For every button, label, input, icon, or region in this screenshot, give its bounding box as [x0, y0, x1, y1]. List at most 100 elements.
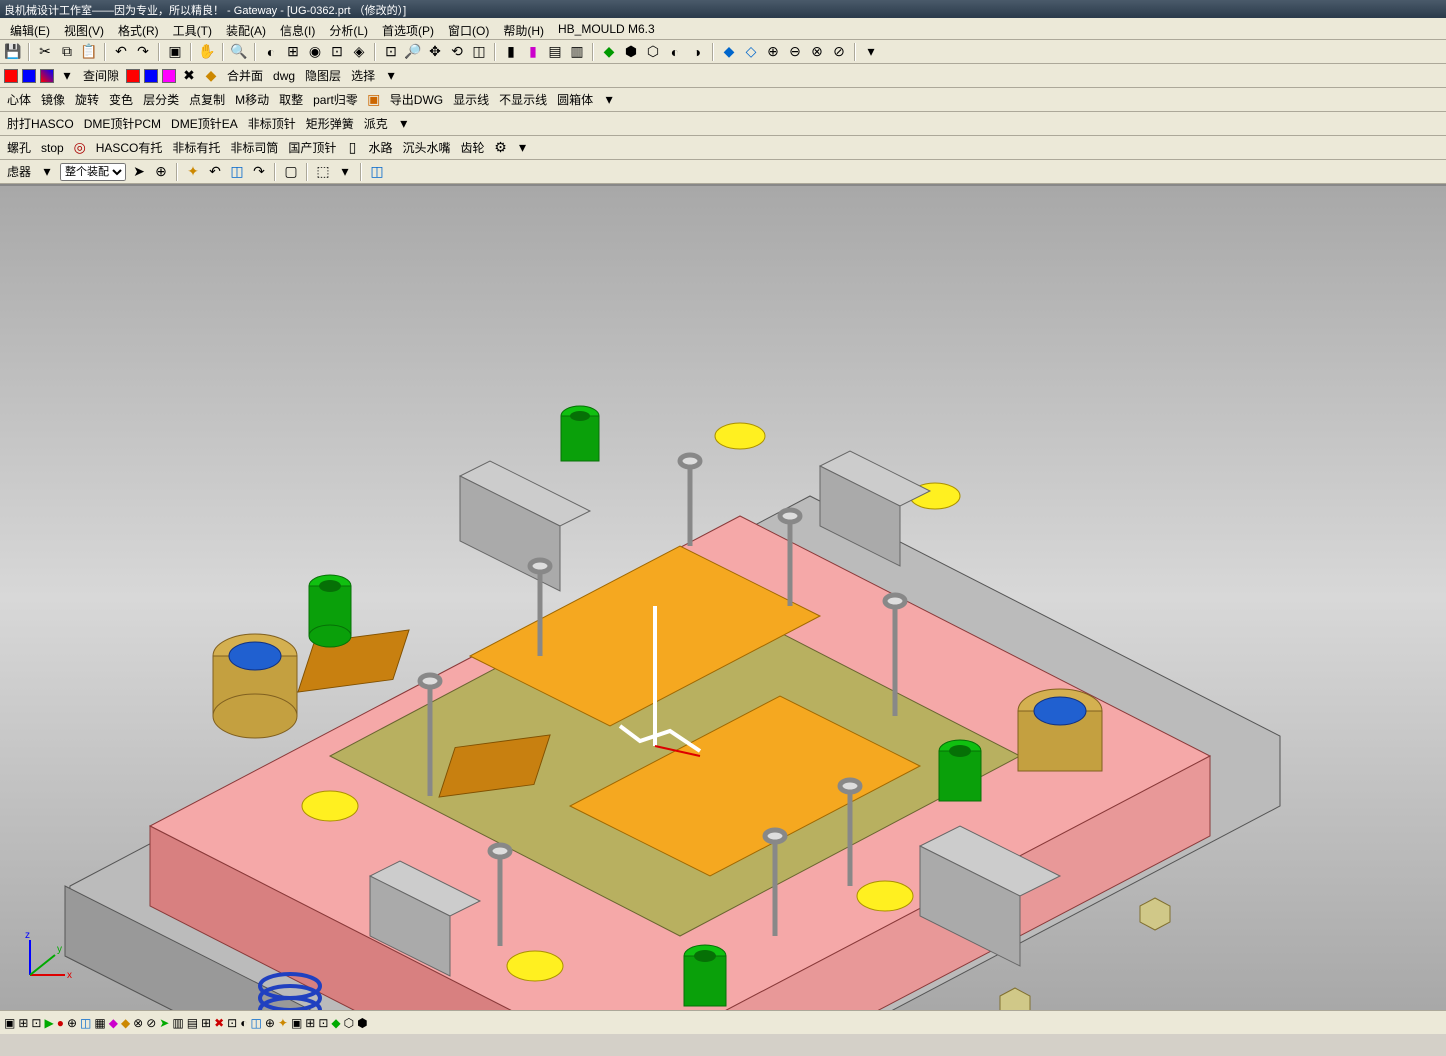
bt-icon-6[interactable]: ◆: [109, 1016, 118, 1030]
bt-icon-15[interactable]: ◐: [240, 1016, 247, 1030]
dropdown5-icon[interactable]: ▾: [336, 163, 354, 181]
pan-icon[interactable]: ✥: [426, 43, 444, 61]
dme-pin-ea-button[interactable]: DME顶针EA: [168, 115, 241, 132]
bt-icon-23[interactable]: ⬡: [344, 1016, 354, 1030]
rect-spring-button[interactable]: 矩形弹簧: [303, 115, 357, 132]
dwg-button[interactable]: dwg: [270, 69, 298, 83]
cube-icon[interactable]: ◫: [228, 163, 246, 181]
blue-icon[interactable]: ◆: [720, 43, 738, 61]
mirror-button[interactable]: 镜像: [38, 91, 68, 108]
assembly-select[interactable]: 整个装配: [60, 163, 126, 181]
bt-icon-10[interactable]: ▥: [172, 1016, 183, 1030]
point-copy-button[interactable]: 点复制: [186, 91, 228, 108]
swatch-red2[interactable]: [126, 69, 140, 83]
select-rect-icon[interactable]: ⬚: [314, 163, 332, 181]
nonstd-sleeve-button[interactable]: 非标司筒: [227, 139, 281, 156]
undo2-icon[interactable]: ↶: [206, 163, 224, 181]
bt-icon-13[interactable]: ✖: [214, 1016, 224, 1030]
bt-icon-14[interactable]: ⊡: [227, 1016, 237, 1030]
cut-icon[interactable]: ✂: [36, 43, 54, 61]
dropdown2-icon[interactable]: ▾: [600, 91, 618, 109]
show-line-button[interactable]: 显示线: [450, 91, 492, 108]
solid-button[interactable]: 心体: [4, 91, 34, 108]
bt-icon-19[interactable]: ▣: [291, 1016, 302, 1030]
dropdown3-icon[interactable]: ▾: [395, 115, 413, 133]
filter-icon[interactable]: ▾: [38, 163, 56, 181]
magenta-icon[interactable]: ▮: [524, 43, 542, 61]
save-icon[interactable]: 💾: [4, 43, 22, 61]
nonstd-pin-button[interactable]: 非标顶针: [245, 115, 299, 132]
bt-icon-4[interactable]: ⊕: [67, 1016, 77, 1030]
bt-icon-24[interactable]: ⬢: [357, 1016, 367, 1030]
swatch-magenta[interactable]: [162, 69, 176, 83]
add-icon[interactable]: ⊕: [152, 163, 170, 181]
bt-icon-7[interactable]: ◆: [121, 1016, 130, 1030]
dropdown4-icon[interactable]: ▾: [513, 139, 531, 157]
undo-icon[interactable]: ↶: [112, 43, 130, 61]
gear-button[interactable]: 齿轮: [457, 139, 487, 156]
feat1-icon[interactable]: ⬢: [622, 43, 640, 61]
green-feat-icon[interactable]: ◆: [600, 43, 618, 61]
touch-icon[interactable]: ✋: [198, 43, 216, 61]
menu-window[interactable]: 窗口(O): [442, 20, 495, 37]
bt-icon-5[interactable]: ▦: [94, 1016, 105, 1030]
paste-icon[interactable]: 📋: [80, 43, 98, 61]
swatch-blue[interactable]: [22, 69, 36, 83]
star-icon[interactable]: ✦: [184, 163, 202, 181]
tool2-icon[interactable]: ⊖: [786, 43, 804, 61]
layer-class-button[interactable]: 层分类: [140, 91, 182, 108]
perspective-icon[interactable]: ◫: [470, 43, 488, 61]
screw-button[interactable]: 螺孔: [4, 139, 34, 156]
menu-preferences[interactable]: 首选项(P): [376, 20, 440, 37]
binoculars-icon[interactable]: 🔍: [230, 43, 248, 61]
bt-icon-8[interactable]: ⊗: [133, 1016, 143, 1030]
feat2-icon[interactable]: ⬡: [644, 43, 662, 61]
color-tool-icon[interactable]: ▾: [58, 67, 76, 85]
hasco-button[interactable]: 肘打HASCO: [4, 115, 77, 132]
bt-icon-11[interactable]: ▤: [187, 1016, 198, 1030]
wireframe-icon[interactable]: ⊞: [284, 43, 302, 61]
merge-face-button[interactable]: 合并面: [224, 67, 266, 84]
command-icon[interactable]: ▣: [166, 43, 184, 61]
menu-tools[interactable]: 工具(T): [167, 20, 218, 37]
more-icon[interactable]: ▾: [862, 43, 880, 61]
menu-analysis[interactable]: 分析(L): [323, 20, 374, 37]
select-button[interactable]: 选择: [348, 67, 378, 84]
menu-assembly[interactable]: 装配(A): [220, 20, 272, 37]
bt-icon-1[interactable]: ▣: [4, 1016, 15, 1030]
rotate-icon[interactable]: ⟲: [448, 43, 466, 61]
layer-icon[interactable]: ▤: [546, 43, 564, 61]
tool5-icon[interactable]: ▢: [282, 163, 300, 181]
black-icon[interactable]: ▮: [502, 43, 520, 61]
sink-nozzle-button[interactable]: 沉头水嘴: [399, 139, 453, 156]
stop-button[interactable]: stop: [38, 141, 67, 155]
cancel-icon[interactable]: ✖: [180, 67, 198, 85]
trim-button[interactable]: 取整: [276, 91, 306, 108]
box-body-button[interactable]: 圆箱体: [554, 91, 596, 108]
parker-button[interactable]: 派克: [361, 115, 391, 132]
nav-icon[interactable]: ➤: [130, 163, 148, 181]
bt-icon-16[interactable]: ◫: [250, 1016, 261, 1030]
rotate-button[interactable]: 旋转: [72, 91, 102, 108]
layer2-icon[interactable]: ▥: [568, 43, 586, 61]
dme-pin-button[interactable]: DME顶针PCM: [81, 115, 164, 132]
hasco-support-button[interactable]: HASCO有托: [93, 139, 166, 156]
m-move-button[interactable]: M移动: [232, 91, 272, 108]
menu-hb-mould[interactable]: HB_MOULD M6.3: [552, 20, 661, 37]
shaded-icon[interactable]: ◉: [306, 43, 324, 61]
bt-icon-18[interactable]: ✦: [278, 1016, 288, 1030]
bt-play-icon[interactable]: ▶: [44, 1016, 53, 1030]
fit-icon[interactable]: ⊡: [382, 43, 400, 61]
hide-layer-button[interactable]: 隐图层: [302, 67, 344, 84]
bt-cube-icon[interactable]: ◫: [80, 1016, 91, 1030]
redo2-icon[interactable]: ↷: [250, 163, 268, 181]
menu-help[interactable]: 帮助(H): [497, 20, 550, 37]
viewport-3d[interactable]: z x y: [0, 184, 1446, 1010]
tool3-icon[interactable]: ⊗: [808, 43, 826, 61]
blue2-icon[interactable]: ◇: [742, 43, 760, 61]
dropdown-icon[interactable]: ▾: [382, 67, 400, 85]
bt-record-icon[interactable]: ●: [57, 1016, 64, 1030]
swatch-blue2[interactable]: [144, 69, 158, 83]
color-button[interactable]: 变色: [106, 91, 136, 108]
swatch-red[interactable]: [4, 69, 18, 83]
